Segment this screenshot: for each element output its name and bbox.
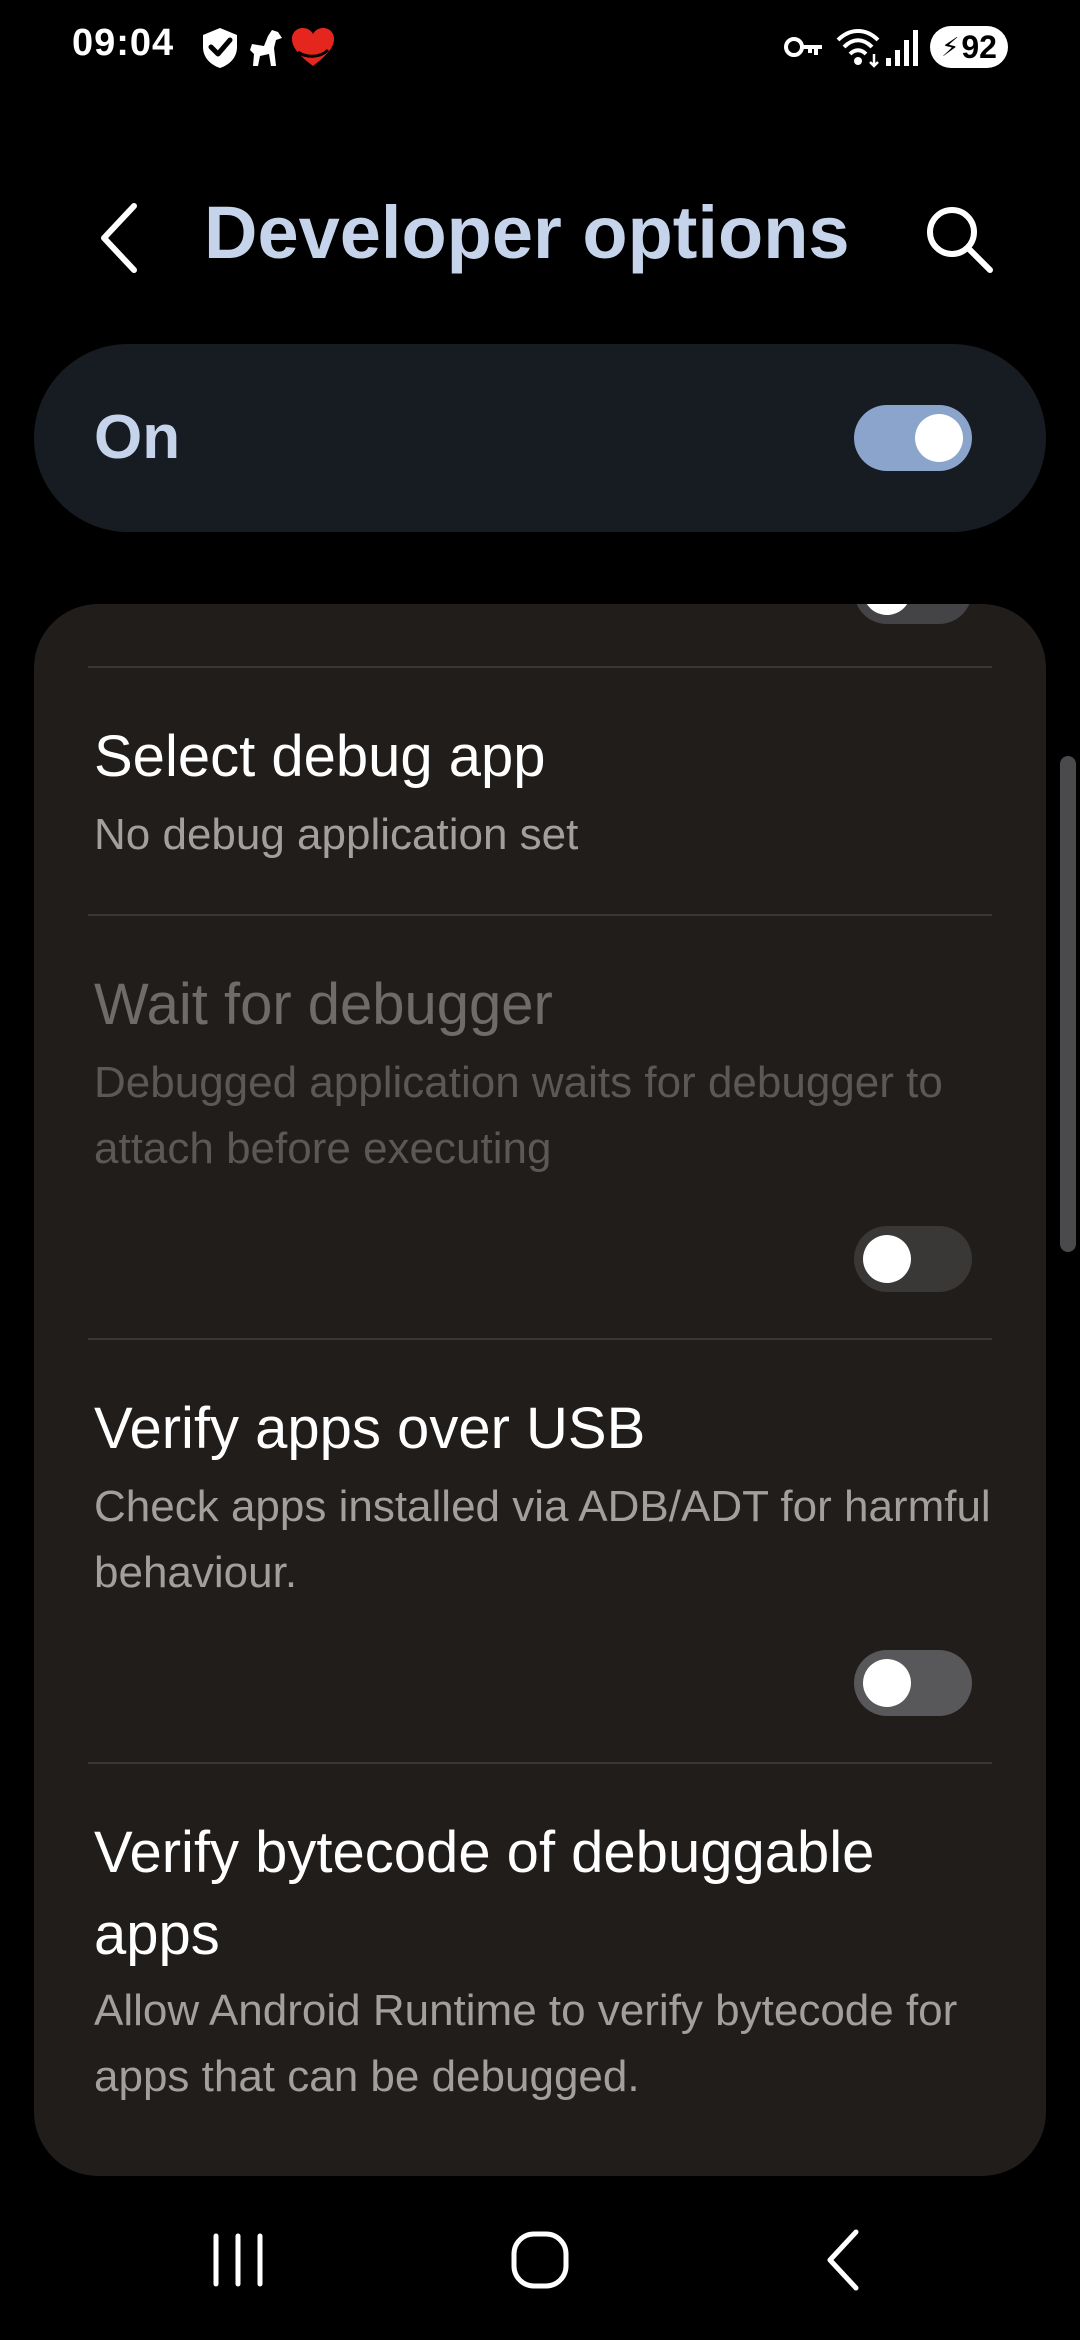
master-switch-card[interactable]: On (34, 344, 1046, 532)
status-time: 09:04 (72, 22, 175, 64)
toggle-knob (863, 1659, 911, 1707)
page-title: Developer options (204, 191, 850, 274)
divider (88, 666, 992, 668)
back-icon (827, 2229, 859, 2291)
wait-for-debugger-toggle (854, 1226, 972, 1292)
setting-summary: No debug application set (94, 810, 579, 859)
settings-list: Select debug app No debug application se… (34, 604, 1046, 2176)
toggle-knob (915, 414, 963, 462)
setting-title: Verify apps over USB (94, 1396, 646, 1461)
toggle-knob (863, 604, 911, 615)
divider (88, 914, 992, 916)
scrollbar[interactable] (1060, 756, 1076, 1252)
previous-item-toggle[interactable] (854, 604, 972, 624)
dog-icon (250, 30, 282, 66)
vpn-key-icon (784, 37, 822, 57)
battery-level: 92 (961, 28, 997, 65)
master-switch-toggle[interactable] (854, 405, 972, 471)
divider (88, 1762, 992, 1764)
wifi-icon (836, 29, 880, 68)
setting-title: Wait for debugger (94, 972, 553, 1037)
charging-bolt-icon: ⚡ (941, 31, 960, 62)
search-button[interactable] (918, 198, 998, 278)
home-button[interactable] (490, 2218, 590, 2302)
home-icon (511, 2231, 569, 2289)
recents-icon (213, 2233, 263, 2287)
nav-back-button[interactable] (794, 2218, 894, 2302)
recents-button[interactable] (188, 2218, 288, 2302)
divider (88, 1338, 992, 1340)
chevron-left-icon (101, 203, 137, 273)
setting-title: Verify bytecode of debuggable apps (94, 1820, 875, 1967)
search-icon (927, 207, 993, 273)
master-switch-label: On (94, 403, 181, 472)
shield-check-icon (203, 28, 237, 68)
verify-apps-over-usb-toggle[interactable] (854, 1650, 972, 1716)
setting-summary: Check apps installed via ADB/ADT for har… (94, 1482, 991, 1597)
heart-icon (292, 28, 334, 66)
status-bar: 09:04 ⚡ 92 (0, 0, 1080, 96)
battery-indicator: ⚡ 92 (930, 26, 1008, 68)
setting-summary: Debugged application waits for debugger … (94, 1058, 943, 1173)
setting-title: Select debug app (94, 724, 546, 789)
signal-icon (886, 30, 918, 66)
toggle-knob (863, 1235, 911, 1283)
setting-summary: Allow Android Runtime to verify bytecode… (94, 1986, 958, 2101)
back-button[interactable] (88, 196, 152, 280)
